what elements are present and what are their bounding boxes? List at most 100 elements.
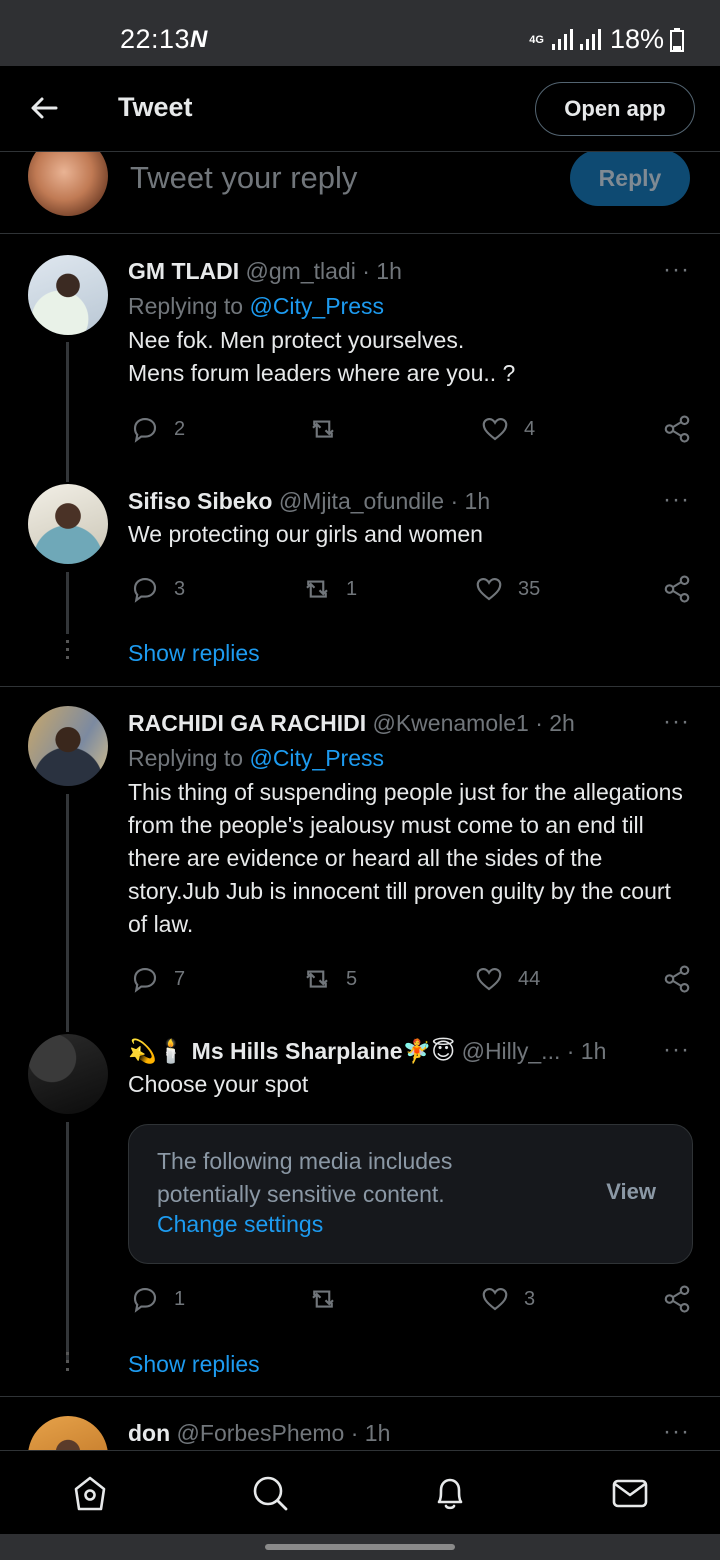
share-action[interactable] [662, 964, 692, 994]
reply-composer: Tweet your reply Reply [0, 152, 720, 234]
reply-icon [133, 967, 157, 993]
like-count: 44 [518, 967, 541, 990]
change-settings-link[interactable]: Change settings [157, 1211, 323, 1238]
home-indicator[interactable] [265, 1544, 455, 1550]
replying-to: Replying to @City_Press [128, 293, 385, 319]
author-handle: @Hilly_... [461, 1038, 561, 1064]
like-action[interactable]: 3 [480, 1284, 535, 1314]
retweet-count: 5 [346, 967, 358, 990]
reply-action[interactable]: 1 [130, 1284, 185, 1314]
thread-line [66, 572, 69, 634]
author-handle: @gm_tladi [245, 258, 356, 284]
home-icon[interactable] [70, 1473, 110, 1513]
messages-icon[interactable] [610, 1473, 650, 1513]
author-name[interactable]: RACHIDI GA RACHIDI [128, 710, 366, 736]
reply-action[interactable]: 2 [130, 414, 185, 444]
top-bar: Tweet Open app [0, 66, 720, 152]
my-avatar[interactable] [28, 152, 108, 216]
tweet-item[interactable]: 💫🕯️ Ms Hills Sharplaine🧚😇 @Hilly_... · 1… [0, 1032, 720, 1362]
share-icon [664, 1285, 690, 1313]
retweet-icon [312, 1290, 334, 1308]
notifications-icon[interactable] [430, 1473, 470, 1513]
reply-input[interactable]: Tweet your reply [130, 160, 357, 196]
avatar[interactable] [28, 255, 108, 335]
share-action[interactable] [662, 1284, 692, 1314]
share-action[interactable] [662, 414, 692, 444]
tweet-text: We protecting our girls and women [128, 521, 483, 547]
back-arrow-icon[interactable] [28, 92, 60, 124]
battery-level: 18% [609, 24, 664, 54]
heart-icon [482, 1287, 508, 1311]
like-action[interactable]: 4 [480, 414, 535, 444]
thread-dots [66, 640, 69, 664]
tweet-time: · 1h [362, 258, 402, 284]
tweet-actions: 1 3 [128, 1284, 692, 1318]
avatar[interactable] [28, 1034, 108, 1114]
share-icon [664, 415, 690, 443]
heart-icon [476, 967, 502, 991]
like-action[interactable]: 35 [474, 574, 540, 604]
more-options-icon[interactable]: ··· [663, 486, 690, 514]
share-icon [664, 965, 690, 993]
reply-count: 3 [174, 577, 186, 600]
reply-action[interactable]: 7 [130, 964, 185, 994]
reply-count: 1 [174, 1287, 186, 1310]
reply-action[interactable]: 3 [130, 574, 185, 604]
avatar[interactable] [28, 1416, 108, 1450]
mention-link[interactable]: @City_Press [249, 745, 384, 771]
heart-icon [476, 577, 502, 601]
avatar[interactable] [28, 484, 108, 564]
reply-count: 2 [174, 417, 186, 440]
sensitive-media-text: The following media includes potentially… [157, 1148, 453, 1207]
tweet-time: · 1h [566, 1038, 607, 1064]
author-name[interactable]: don [128, 1420, 170, 1446]
retweet-action[interactable]: 5 [302, 964, 357, 994]
reply-button[interactable]: Reply [570, 152, 690, 206]
search-icon[interactable] [250, 1473, 290, 1513]
retweet-count: 1 [346, 577, 358, 600]
tweet-item[interactable]: don @ForbesPhemo · 1h ··· [0, 1414, 720, 1450]
more-options-icon[interactable]: ··· [663, 256, 690, 284]
author-name[interactable]: GM TLADI [128, 258, 239, 284]
reply-icon [133, 1287, 157, 1313]
mention-link[interactable]: @City_Press [249, 293, 384, 319]
retweet-action[interactable]: 1 [302, 574, 357, 604]
view-media-button[interactable]: View [606, 1179, 656, 1205]
thread-line [66, 460, 69, 482]
tweet-item[interactable]: RACHIDI GA RACHIDI @Kwenamole1 · 2h Repl… [0, 704, 720, 1032]
tweet-text: Choose your spot [128, 1071, 309, 1097]
more-options-icon[interactable]: ··· [663, 1418, 690, 1446]
thread-line [66, 794, 69, 1032]
author-name[interactable]: Sifiso Sibeko [128, 488, 272, 514]
tweet-item[interactable]: GM TLADI @gm_tladi · 1h Replying to @Cit… [0, 252, 720, 472]
share-action[interactable] [662, 574, 692, 604]
more-options-icon[interactable]: ··· [663, 1036, 690, 1064]
show-replies-link[interactable]: Show replies [128, 1351, 260, 1378]
like-count: 35 [518, 577, 541, 600]
tweet-text: This thing of suspending people just for… [128, 779, 683, 937]
tweet-text: Nee fok. Men protect yourselves. Mens fo… [128, 327, 516, 386]
status-bar: 22:13 N 4G 18% [0, 0, 720, 66]
thread-line [66, 1122, 69, 1362]
tweet-actions: 7 5 44 [128, 964, 692, 998]
retweet-action[interactable] [308, 414, 352, 444]
status-time: 22:13 [120, 24, 191, 54]
like-action[interactable]: 44 [474, 964, 540, 994]
avatar[interactable] [28, 706, 108, 786]
more-options-icon[interactable]: ··· [663, 708, 690, 736]
divider [0, 1396, 720, 1397]
retweet-icon [306, 580, 328, 598]
retweet-action[interactable] [308, 1284, 352, 1314]
show-replies-link[interactable]: Show replies [128, 640, 260, 667]
tweet-time: · 1h [350, 1420, 391, 1446]
gesture-bar [0, 1534, 720, 1560]
like-count: 3 [524, 1287, 536, 1310]
author-name[interactable]: 💫🕯️ Ms Hills Sharplaine🧚😇 [128, 1038, 455, 1064]
bottom-nav [0, 1450, 720, 1534]
open-app-button[interactable]: Open app [535, 82, 695, 136]
tweet-actions: 2 4 [128, 414, 692, 448]
sensitive-media-warning: The following media includes potentially… [128, 1124, 693, 1264]
retweet-icon [312, 420, 334, 438]
tweet-item[interactable]: Sifiso Sibeko @Mjita_ofundile · 1h We pr… [0, 460, 720, 634]
replying-to: Replying to @City_Press [128, 745, 385, 771]
